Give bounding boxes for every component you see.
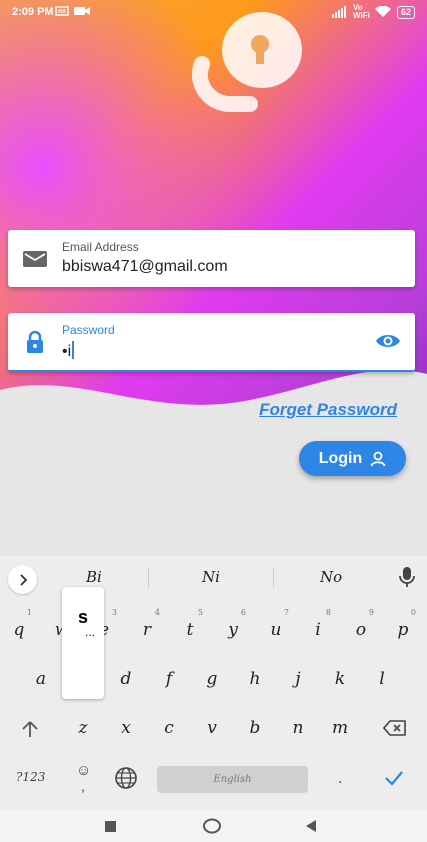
key-g[interactable]: g (197, 669, 227, 689)
key-q[interactable]: 1q (4, 608, 34, 640)
video-icon (74, 7, 90, 15)
key-i[interactable]: 8i (303, 608, 333, 640)
globe-icon[interactable] (114, 766, 138, 790)
mail-icon (23, 251, 47, 267)
vowifi-label: Vo WiFi (352, 3, 370, 20)
key-m[interactable]: m (325, 718, 355, 738)
lock-logo-icon (192, 12, 302, 112)
key-n[interactable]: n (283, 718, 313, 738)
key-number: 8 (325, 608, 331, 617)
status-time: 2:09 PM (12, 6, 54, 18)
key-label: q (13, 620, 25, 640)
email-value: bbiswa471@gmail.com (62, 258, 228, 275)
signal-icon (331, 6, 347, 18)
backspace-icon[interactable] (383, 720, 407, 736)
key-number: 7 (283, 608, 289, 617)
text-caret (72, 341, 74, 359)
password-field[interactable]: Password •i (8, 313, 415, 372)
key-number: 3 (111, 608, 117, 617)
email-field[interactable]: Email Address bbiswa471@gmail.com (8, 230, 415, 287)
battery-icon: 62 (396, 5, 415, 19)
popup-dots: ... (84, 625, 95, 639)
symbols-key[interactable]: ?123 (16, 770, 45, 784)
shift-icon[interactable] (20, 719, 40, 739)
suggestion-1[interactable]: Bi (86, 568, 102, 586)
nav-bar (0, 810, 427, 842)
emoji-icon[interactable]: ☺ (76, 762, 91, 779)
sim-icon (55, 6, 69, 16)
user-icon (370, 451, 386, 466)
login-label: Login (318, 449, 363, 467)
chevron-right-icon[interactable] (8, 565, 37, 594)
login-button[interactable]: Login (299, 441, 406, 476)
key-c[interactable]: c (154, 718, 184, 738)
key-number: 9 (368, 608, 374, 617)
key-x[interactable]: x (111, 718, 141, 738)
key-j[interactable]: j (283, 669, 313, 689)
password-label: Password (62, 323, 115, 337)
home-icon[interactable] (202, 818, 222, 834)
key-number: 5 (197, 608, 203, 617)
key-number: 6 (240, 608, 246, 617)
key-number: 4 (154, 608, 160, 617)
key-y[interactable]: 6y (218, 608, 248, 640)
suggestion-divider (273, 568, 274, 588)
key-label: u (270, 620, 282, 640)
key-label: r (142, 620, 152, 640)
recents-icon[interactable] (104, 820, 117, 833)
key-p[interactable]: 0p (388, 608, 418, 640)
key-z[interactable]: z (68, 718, 98, 738)
suggestion-3[interactable]: No (320, 568, 342, 586)
key-d[interactable]: d (111, 669, 141, 689)
key-b[interactable]: b (240, 718, 270, 738)
key-t[interactable]: 5t (175, 608, 205, 640)
email-label: Email Address (62, 240, 139, 254)
check-icon[interactable] (384, 770, 404, 786)
back-icon[interactable] (304, 819, 318, 833)
suggestion-2[interactable]: Ni (202, 568, 220, 586)
comma-key[interactable]: , (81, 778, 85, 794)
key-v[interactable]: v (197, 718, 227, 738)
key-k[interactable]: k (325, 669, 355, 689)
key-o[interactable]: 9o (346, 608, 376, 640)
forget-password-link[interactable]: Forget Password (259, 400, 397, 420)
key-f[interactable]: f (154, 669, 184, 689)
space-label: English (213, 774, 252, 785)
key-label: o (355, 620, 367, 640)
key-label: t (186, 620, 194, 640)
key-l[interactable]: l (367, 669, 397, 689)
key-preview-popup: s ... (62, 587, 104, 699)
eye-icon[interactable] (375, 331, 401, 351)
lock-icon (27, 330, 43, 353)
wifi-icon (374, 6, 391, 17)
key-u[interactable]: 7u (261, 608, 291, 640)
key-number: 0 (410, 608, 416, 617)
space-key[interactable]: English (157, 766, 308, 793)
key-label: i (315, 620, 321, 640)
key-a[interactable]: a (26, 669, 56, 689)
mic-icon[interactable] (399, 566, 415, 588)
key-r[interactable]: 4r (132, 608, 162, 640)
period-key[interactable]: . (338, 770, 342, 788)
key-label: p (397, 620, 409, 640)
key-number: 1 (26, 608, 32, 617)
password-value: •i (62, 343, 72, 360)
key-h[interactable]: h (240, 669, 270, 689)
suggestion-divider (148, 568, 149, 588)
key-label: y (228, 620, 238, 640)
